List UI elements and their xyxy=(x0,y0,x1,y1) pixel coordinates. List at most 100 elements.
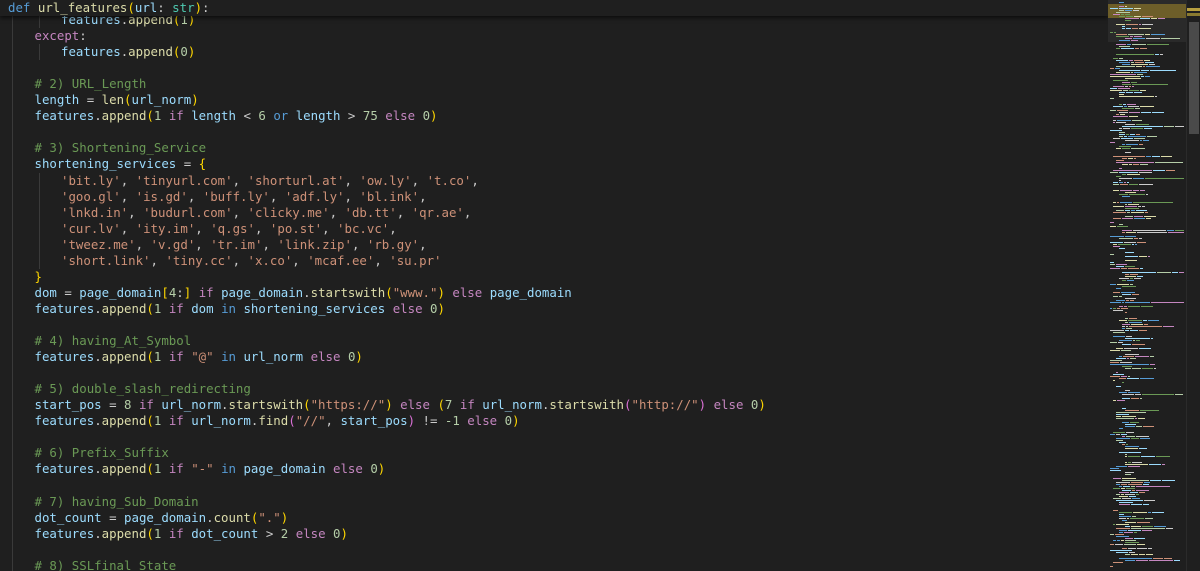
code-line[interactable]: except: xyxy=(35,28,87,44)
minimap-line xyxy=(1125,18,1139,19)
code-line[interactable]: } xyxy=(35,269,42,285)
minimap-line xyxy=(1140,90,1146,91)
minimap-line xyxy=(1146,194,1148,195)
minimap-line xyxy=(1143,484,1149,485)
minimap-line xyxy=(1122,148,1130,149)
minimap-line xyxy=(1121,494,1124,495)
code-area[interactable]: def url_features(url: str): features.app… xyxy=(0,0,1108,571)
minimap-line xyxy=(1119,278,1129,279)
code-token: "@" xyxy=(191,349,214,364)
code-line[interactable]: 'cur.lv', 'ity.im', 'q.gs', 'po.st', 'bc… xyxy=(61,221,397,237)
code-token: features xyxy=(34,461,95,476)
minimap-line xyxy=(1131,212,1144,213)
code-token: 'adf.ly' xyxy=(284,189,345,204)
vertical-scrollbar[interactable] xyxy=(1186,0,1200,571)
code-line[interactable]: dom = page_domain[4:] if page_domain.sta… xyxy=(35,285,572,301)
minimap-line xyxy=(1126,328,1132,329)
code-line[interactable]: 'bit.ly', 'tinyurl.com', 'shorturl.at', … xyxy=(61,173,479,189)
code-token: start_pos xyxy=(340,413,408,428)
code-token: , xyxy=(262,237,278,252)
code-line[interactable]: features.append(1 if dom in shortening_s… xyxy=(35,301,445,317)
code-line[interactable]: # 6) Prefix_Suffix xyxy=(35,445,169,461)
code-line[interactable]: length = len(url_norm) xyxy=(35,92,199,108)
code-line[interactable]: 'goo.gl', 'is.gd', 'buff.ly', 'adf.ly', … xyxy=(61,189,427,205)
minimap-line xyxy=(1172,272,1178,273)
code-token: find xyxy=(258,413,289,428)
minimap-line xyxy=(1119,62,1130,63)
minimap-line xyxy=(1161,156,1172,157)
minimap-line xyxy=(1125,236,1136,237)
minimap-line xyxy=(1131,526,1141,527)
code-line[interactable]: shortening_services = { xyxy=(35,156,207,172)
code-editor[interactable]: def url_features(url: str): features.app… xyxy=(0,0,1200,571)
code-token: in xyxy=(221,301,236,316)
code-line[interactable]: # 5) double_slash_redirecting xyxy=(35,381,251,397)
code-token: . xyxy=(94,349,102,364)
sticky-line[interactable]: def url_features(url: str): xyxy=(8,0,210,16)
minimap-line xyxy=(1147,136,1157,137)
code-token: url_norm xyxy=(243,349,304,364)
code-line[interactable]: features.append(1 if url_norm.find("//",… xyxy=(35,413,520,429)
minimap-line xyxy=(1122,394,1134,395)
code-token: startswith xyxy=(549,397,625,412)
indent-guide xyxy=(12,16,13,571)
minimap-line xyxy=(1149,560,1173,561)
minimap-line xyxy=(1150,364,1155,365)
minimap-line xyxy=(1116,552,1128,553)
minimap-line xyxy=(1121,292,1135,293)
minimap-line xyxy=(1116,434,1120,435)
minimap-line xyxy=(1119,134,1125,135)
minimap-line xyxy=(1113,202,1116,203)
minimap-line xyxy=(1116,48,1120,49)
code-line[interactable]: start_pos = 8 if url_norm.startswith("ht… xyxy=(35,397,766,413)
minimap-line xyxy=(1125,252,1134,253)
code-line[interactable]: 'tweez.me', 'v.gd', 'tr.im', 'link.zip',… xyxy=(61,237,427,253)
minimap-line xyxy=(1116,466,1127,467)
code-line[interactable]: # 7) having_Sub_Domain xyxy=(35,494,199,510)
code-token: , xyxy=(195,221,211,236)
minimap-line xyxy=(1175,394,1183,395)
minimap-line xyxy=(1119,194,1128,195)
minimap-line xyxy=(1125,86,1128,87)
code-token: if xyxy=(168,349,184,364)
minimap-line xyxy=(1110,32,1113,33)
code-token: "www." xyxy=(392,285,438,300)
code-line[interactable]: # 3) Shortening_Service xyxy=(35,140,207,156)
minimap-line xyxy=(1125,276,1136,277)
minimap-line xyxy=(1141,112,1151,113)
code-line[interactable]: features.append(1 if length < 6 or lengt… xyxy=(35,108,438,124)
code-line[interactable]: # 2) URL_Length xyxy=(35,76,147,92)
code-line[interactable]: # 8) SSLfinal_State xyxy=(35,558,177,571)
minimap-line xyxy=(1154,368,1156,369)
code-line[interactable]: dot_count = page_domain.count(".") xyxy=(35,510,289,526)
scrollbar-marker xyxy=(1187,8,1200,11)
code-line[interactable]: # 4) having_At_Symbol xyxy=(35,333,192,349)
minimap-line xyxy=(1150,480,1161,481)
code-token: if xyxy=(459,397,475,412)
sticky-scroll-header[interactable]: def url_features(url: str): xyxy=(0,0,1108,16)
minimap-line xyxy=(1116,372,1118,373)
code-line[interactable]: 'lnkd.in', 'budurl.com', 'clicky.me', 'd… xyxy=(61,205,471,221)
code-line[interactable]: 'short.link', 'tiny.cc', 'x.co', 'mcaf.e… xyxy=(61,253,441,269)
minimap-line xyxy=(1136,134,1140,135)
minimap-line xyxy=(1136,124,1149,125)
minimap-line xyxy=(1140,18,1150,19)
code-token: . xyxy=(94,461,102,476)
scrollbar-thumb[interactable] xyxy=(1189,22,1199,134)
minimap-line xyxy=(1135,418,1137,419)
code-line[interactable]: features.append(1 if dot_count > 2 else … xyxy=(35,526,348,542)
minimap-line xyxy=(1126,134,1129,135)
code-line[interactable]: features.append(0) xyxy=(61,44,195,60)
minimap-line xyxy=(1119,10,1124,11)
code-line[interactable]: features.append(1 if "@" in url_norm els… xyxy=(35,349,363,365)
minimap-line xyxy=(1143,140,1149,141)
code-line[interactable]: features.append(1 if "-" in page_domain … xyxy=(35,461,386,477)
minimap-line xyxy=(1110,8,1118,9)
minimap[interactable] xyxy=(1108,0,1186,571)
minimap-line xyxy=(1125,410,1139,411)
minimap-line xyxy=(1131,82,1137,83)
